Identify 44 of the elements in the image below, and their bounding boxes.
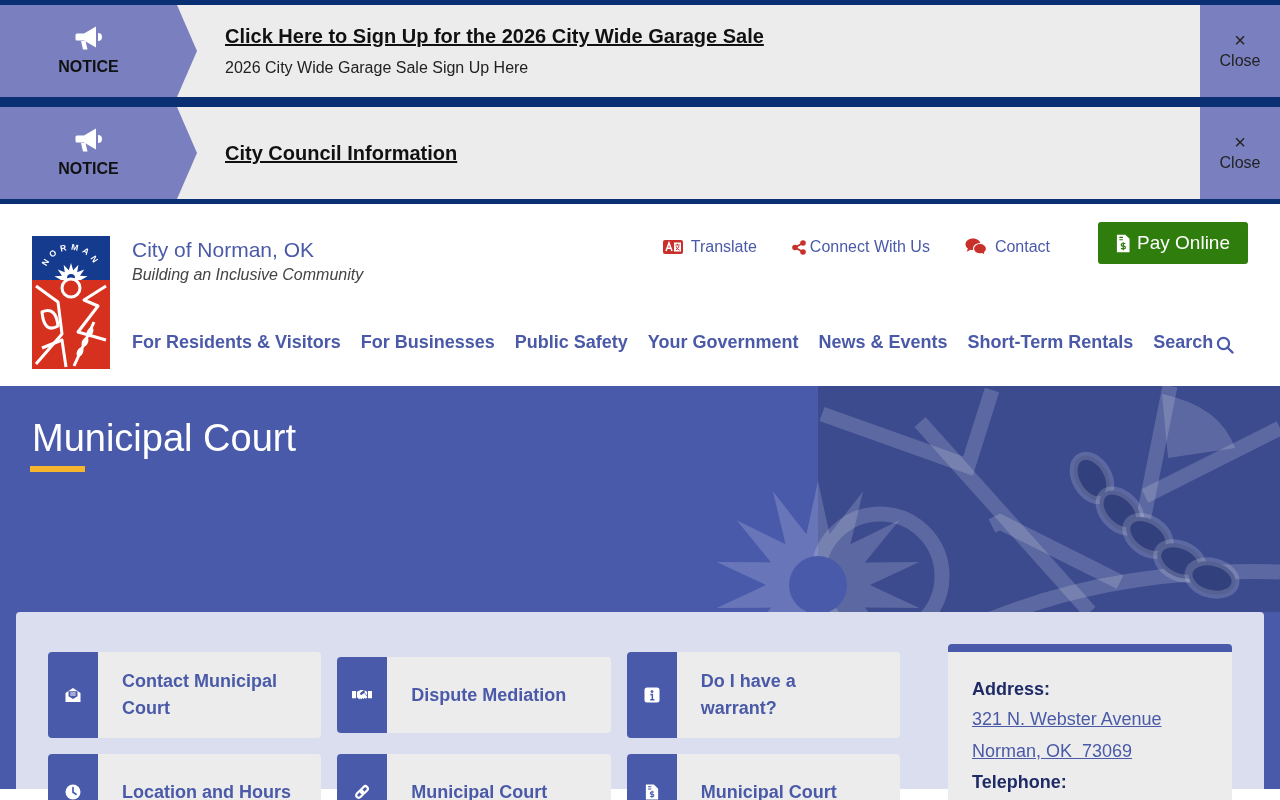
close-button[interactable]: × Close [1200, 107, 1280, 199]
nav-link[interactable]: Short-Term Rentals [967, 329, 1134, 356]
utility-link[interactable]: Connect With Us [791, 236, 930, 258]
nav-link[interactable]: Your Government [647, 329, 799, 356]
clock-icon [65, 784, 81, 800]
handshake-icon [352, 688, 373, 702]
nav-link[interactable]: Public Safety [514, 329, 628, 356]
notice-label: NOTICE [58, 57, 119, 77]
document-icon [643, 784, 660, 800]
utility-link[interactable]: Translate [662, 236, 757, 258]
nav-link[interactable]: For Businesses [360, 329, 495, 356]
close-button[interactable]: × Close [1200, 5, 1280, 97]
search-icon [1216, 335, 1235, 354]
nav-link[interactable]: For Residents & Visitors [132, 329, 341, 356]
address-link[interactable]: 321 N. Webster Avenue [972, 703, 1162, 735]
site-tagline: Building an Inclusive Community [132, 265, 364, 285]
notice-text: 2026 City Wide Garage Sale Sign Up Here [225, 58, 529, 78]
utility-link[interactable]: Contact [964, 236, 1051, 258]
notice-label: NOTICE [58, 159, 119, 179]
quick-link-card[interactable]: Dispute Mediation [337, 657, 611, 733]
quick-link-card[interactable]: Location and Hours [48, 754, 322, 800]
address-link[interactable]: Norman, OK 73069 [972, 735, 1133, 767]
share-icon [791, 239, 806, 255]
chat-bubbles-icon [964, 238, 987, 256]
pay-online-button[interactable]: Pay Online [1098, 222, 1248, 264]
info-icon [643, 687, 660, 703]
megaphone-icon [74, 127, 103, 153]
megaphone-icon [74, 25, 103, 51]
notice-link[interactable]: Click Here to Sign Up for the 2026 City Wide Garage Sale [225, 23, 764, 49]
search-button[interactable]: Search [1153, 329, 1235, 356]
site-title[interactable]: City of Norman, OK [132, 236, 315, 264]
envelope-icon [65, 687, 81, 703]
nav-link[interactable]: News & Events [818, 329, 948, 356]
telephone-heading: Telephone: [972, 771, 1067, 793]
notice-link[interactable]: City Council Information [225, 140, 458, 166]
page-title: Municipal Court [32, 416, 296, 461]
address-heading: Address: [972, 678, 1051, 701]
quick-link-card[interactable]: Do I have a warrant? [626, 652, 900, 738]
document-dollar-icon [1116, 233, 1131, 253]
translate-icon [662, 240, 683, 254]
city-seal-drawing[interactable] [32, 236, 110, 369]
link-icon [354, 784, 371, 800]
title-accent-bar [30, 466, 85, 472]
quick-link-card[interactable]: Contact Municipal Court [48, 652, 322, 738]
